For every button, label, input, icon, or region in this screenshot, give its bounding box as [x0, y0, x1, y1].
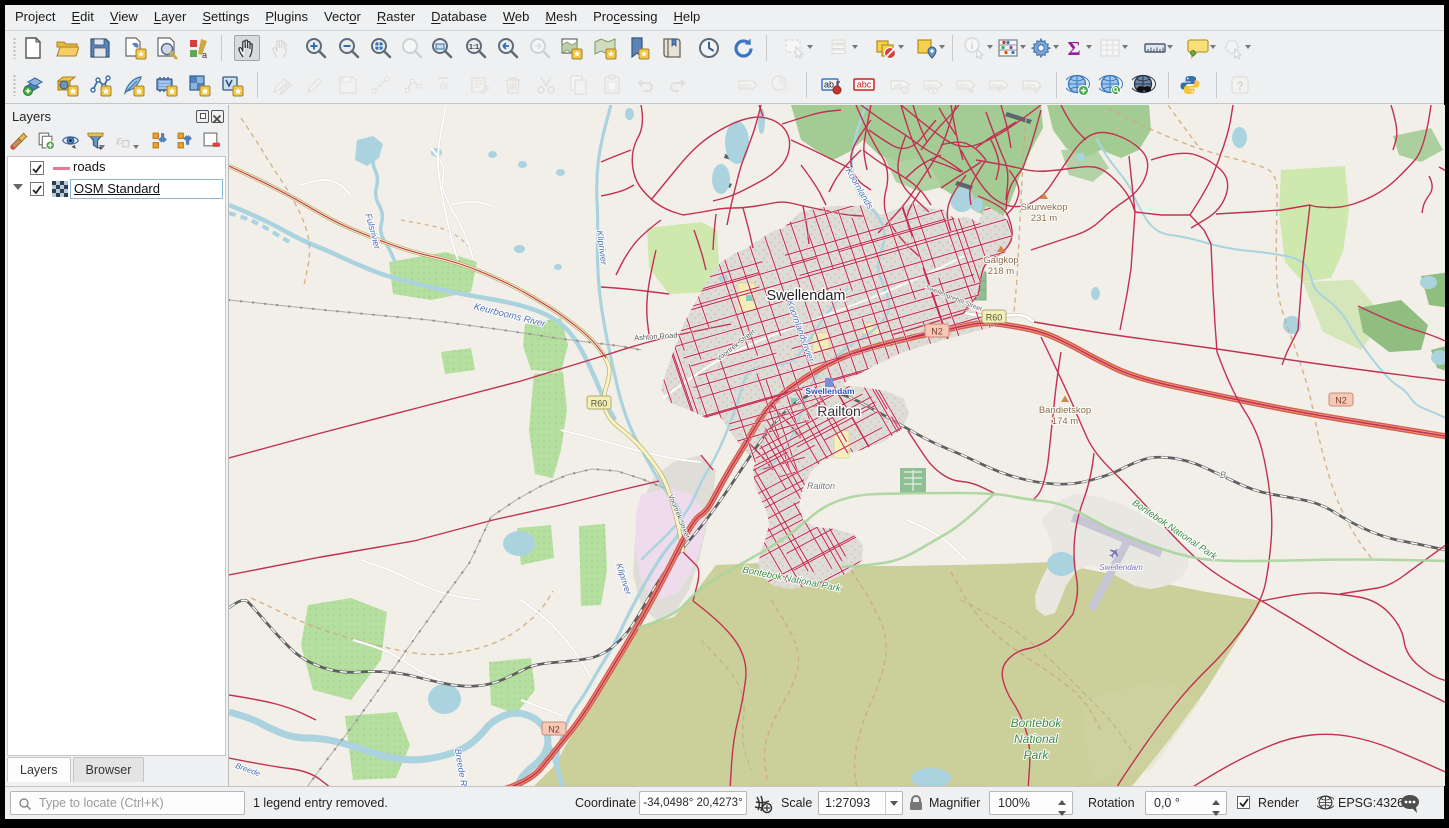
svg-text:ε: ε [116, 133, 122, 148]
svg-text:a: a [202, 50, 207, 60]
svg-text:R60: R60 [986, 313, 1003, 323]
svg-text:174 m: 174 m [1052, 416, 1078, 427]
svg-text:abc: abc [991, 81, 1003, 90]
svg-text:ab: ab [824, 80, 834, 90]
svg-text:N2: N2 [931, 327, 943, 337]
svg-text:N2: N2 [548, 725, 560, 735]
svg-text:1:1: 1:1 [469, 44, 479, 51]
svg-text:abc: abc [740, 81, 752, 90]
svg-text:Swellendam: Swellendam [1099, 563, 1143, 572]
svg-text:/x: /x [439, 80, 449, 92]
svg-text:abc: abc [1024, 81, 1036, 90]
svg-text:National: National [1014, 732, 1058, 746]
svg-text:?: ? [1236, 79, 1243, 93]
svg-text:N2: N2 [1335, 396, 1347, 406]
svg-text:218 m: 218 m [988, 266, 1014, 277]
svg-text:ab: ab [894, 81, 902, 90]
svg-text:abc: abc [958, 81, 970, 90]
svg-text:Σ: Σ [1067, 38, 1080, 60]
svg-text:Park: Park [1024, 748, 1050, 762]
svg-text:Bontebok: Bontebok [1011, 716, 1063, 730]
svg-text:R60: R60 [591, 399, 608, 409]
svg-text:B: B [1220, 470, 1226, 480]
svg-text:Railton: Railton [817, 403, 861, 419]
svg-text:Railton: Railton [807, 481, 835, 491]
svg-text:Galgkop: Galgkop [983, 255, 1018, 266]
svg-text:Swellendam: Swellendam [767, 288, 846, 304]
svg-text:231 m: 231 m [1031, 213, 1057, 224]
svg-text:Bandietskop: Bandietskop [1039, 405, 1091, 416]
svg-text:Skurwekop: Skurwekop [1021, 202, 1068, 213]
svg-text:i: i [971, 41, 974, 52]
svg-text:Swellendam: Swellendam [805, 386, 855, 396]
svg-text:abc: abc [857, 80, 872, 90]
